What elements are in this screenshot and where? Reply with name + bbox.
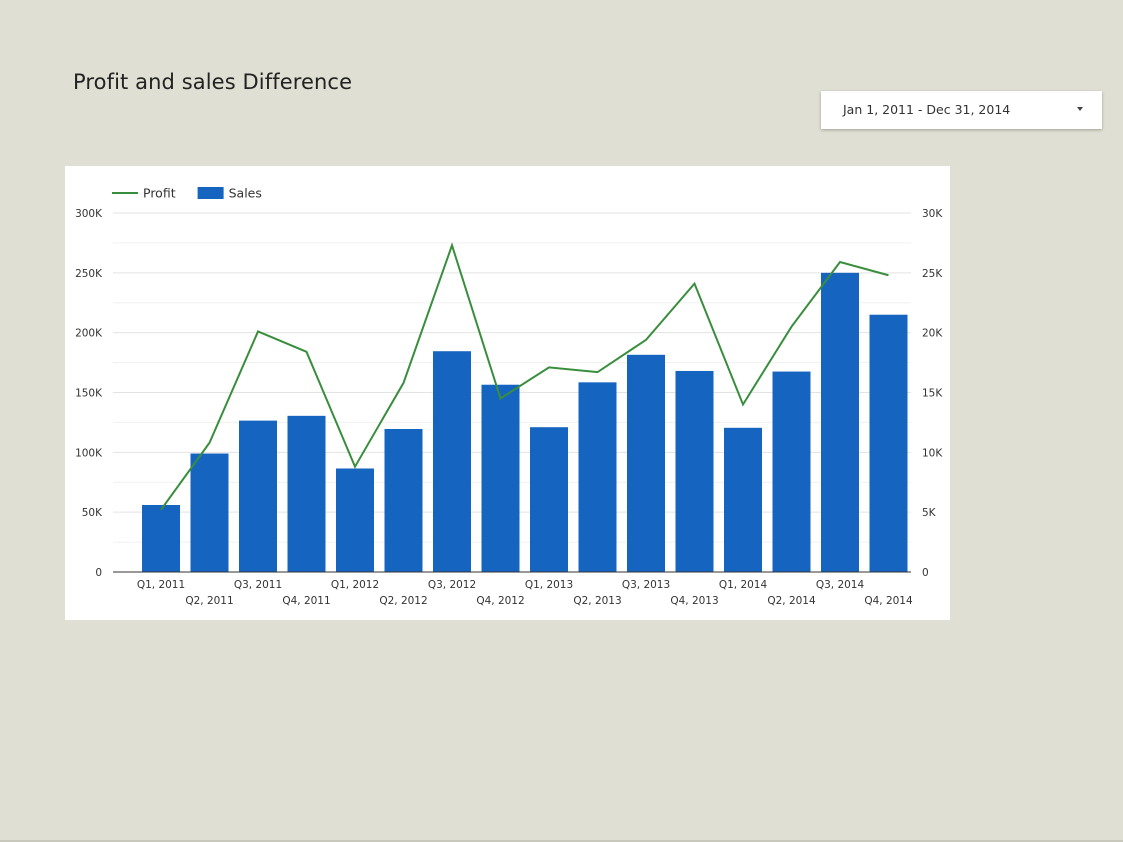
sales-bar <box>190 453 229 572</box>
left-axis-tick-label: 250K <box>75 268 103 280</box>
dropdown-caret-icon[interactable] <box>1077 107 1083 111</box>
x-axis-category-label: Q1, 2011 <box>137 579 185 591</box>
right-axis-tick-label: 10K <box>922 447 943 459</box>
x-axis-category-label: Q4, 2011 <box>282 595 330 607</box>
left-axis-tick-label: 300K <box>75 208 103 220</box>
left-axis-tick-label: 50K <box>82 507 103 519</box>
sales-bar <box>530 427 568 572</box>
x-axis-category-label: Q3, 2013 <box>622 579 670 591</box>
x-axis-category-label: Q1, 2012 <box>331 579 379 591</box>
right-axis-tick-label: 20K <box>922 328 943 340</box>
x-axis-category-label: Q2, 2012 <box>379 595 427 607</box>
sales-bar <box>384 428 423 572</box>
x-axis-category-label: Q3, 2012 <box>428 579 476 591</box>
x-axis-category-label: Q2, 2014 <box>767 595 816 607</box>
date-range-picker[interactable]: Jan 1, 2011 - Dec 31, 2014 <box>821 91 1102 129</box>
sales-bar <box>724 427 762 572</box>
sales-bar <box>239 420 277 572</box>
right-axis-tick-label: 25K <box>922 268 943 280</box>
sales-bar <box>578 382 617 572</box>
sales-bar <box>142 504 180 572</box>
x-axis-category-label: Q4, 2012 <box>476 595 524 607</box>
right-axis-tick-label: 0 <box>922 567 929 579</box>
combo-chart: 0 50K 100K 150K 200K 250K 300K 0 5K 10K 15K 20K 25K 3… <box>75 186 943 608</box>
legend-swatch-sales <box>197 187 224 199</box>
x-axis-category-label: Q2, 2011 <box>185 595 233 607</box>
right-axis-tick-label: 30K <box>922 208 943 220</box>
page-title: Profit and sales Difference <box>73 70 353 94</box>
x-axis-category-label: Q3, 2014 <box>816 579 865 591</box>
x-axis-category-label: Q4, 2013 <box>670 595 718 607</box>
legend-label: Sales <box>229 186 262 201</box>
x-axis-category-label: Q3, 2011 <box>234 579 282 591</box>
sales-bar <box>336 468 374 572</box>
sales-bar <box>869 314 908 572</box>
x-axis-category-label: Q1, 2014 <box>719 579 768 591</box>
sales-bar <box>287 415 326 572</box>
x-axis-category-label: Q1, 2013 <box>525 579 573 591</box>
left-axis-tick-label: 150K <box>75 388 103 400</box>
left-axis-tick-label: 100K <box>75 447 103 459</box>
left-axis-tick-label: 0 <box>95 567 102 579</box>
right-axis-tick-label: 5K <box>922 507 937 519</box>
x-axis-category-label: Q4, 2014 <box>864 595 913 607</box>
left-axis-tick-label: 200K <box>75 328 103 340</box>
sales-bar <box>821 272 859 572</box>
date-range-label: Jan 1, 2011 - Dec 31, 2014 <box>843 102 1011 117</box>
sales-bar <box>627 354 665 572</box>
legend: Profit Sales <box>112 186 262 201</box>
sales-bar <box>772 371 811 572</box>
right-axis-tick-label: 15K <box>922 388 943 400</box>
sales-bar <box>481 384 520 572</box>
x-axis-category-label: Q2, 2013 <box>573 595 621 607</box>
legend-label: Profit <box>143 186 176 201</box>
sales-bar <box>675 370 714 572</box>
chart-card: 0 50K 100K 150K 200K 250K 300K 0 5K 10K 15K 20K 25K 3… <box>65 166 950 620</box>
sales-bar <box>433 351 471 572</box>
